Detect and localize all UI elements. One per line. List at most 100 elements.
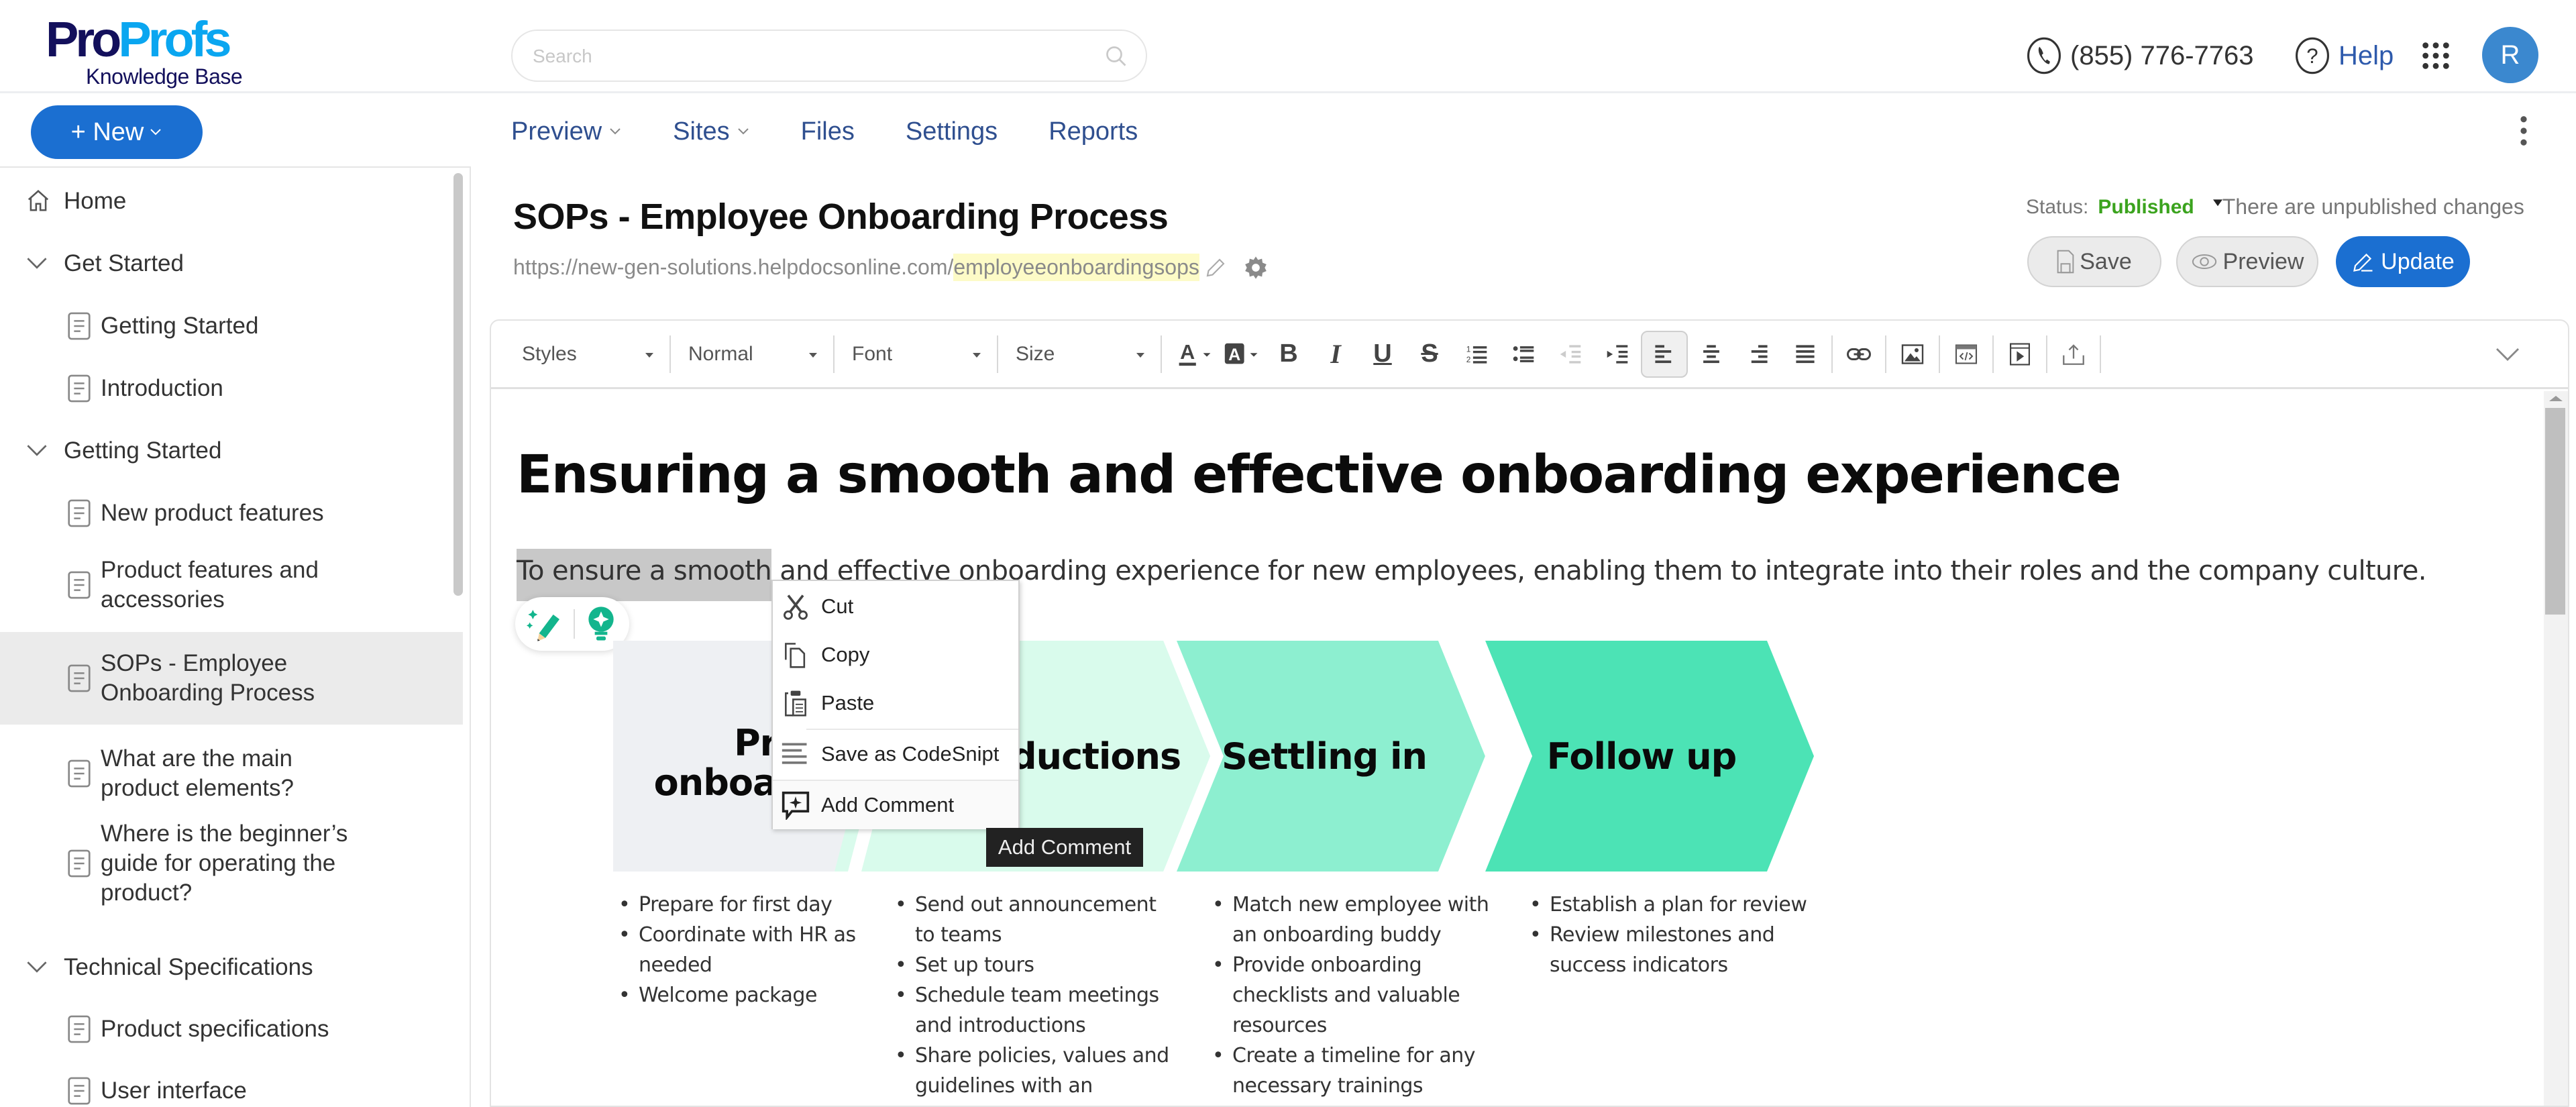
content-heading[interactable]: Ensuring a smooth and effective onboardi… <box>517 445 2122 505</box>
nav-reports[interactable]: Reports <box>1049 117 1138 146</box>
align-right-icon <box>1751 344 1768 363</box>
align-left-icon <box>1655 344 1672 363</box>
svg-text:2: 2 <box>1466 354 1471 364</box>
context-menu-cut[interactable]: Cut <box>773 582 1018 631</box>
strikethrough-button[interactable]: S <box>1406 331 1453 378</box>
background-color-button[interactable]: A <box>1218 331 1265 378</box>
chevron-down-icon[interactable] <box>25 443 48 458</box>
sidebar-item-home[interactable]: Home <box>0 181 463 221</box>
justify-button[interactable] <box>1782 331 1829 378</box>
apps-grid-button[interactable] <box>2420 32 2451 79</box>
unpublished-note: There are unpublished changes <box>2222 195 2524 219</box>
sidebar-item-new-product-features[interactable]: New product features <box>0 493 463 533</box>
help-icon: ? <box>2296 37 2329 74</box>
sidebar-item-product-specifications[interactable]: Product specifications <box>0 1009 463 1049</box>
upload-button[interactable] <box>2050 331 2097 378</box>
url-slug[interactable]: employeeonboardingsops <box>953 254 1199 281</box>
font-dropdown[interactable]: Font <box>835 335 998 373</box>
video-button[interactable] <box>1996 331 2043 378</box>
ai-ideas-bulb-icon[interactable] <box>584 605 618 643</box>
sidebar-item-getting-started[interactable]: Getting Started <box>0 306 463 346</box>
save-button[interactable]: Save <box>2027 236 2161 287</box>
format-dropdown[interactable]: Normal <box>671 335 835 373</box>
search-box[interactable] <box>511 30 1147 82</box>
context-menu-paste[interactable]: Paste <box>773 679 1018 727</box>
context-menu-save-as-codesnipt[interactable]: Save as CodeSnipt <box>773 730 1018 778</box>
bulleted-list-button[interactable] <box>1500 331 1547 378</box>
link-icon <box>1847 348 1871 360</box>
context-menu-copy[interactable]: Copy <box>773 631 1018 679</box>
chevron-down-icon[interactable] <box>25 256 48 270</box>
context-menu-add-comment[interactable]: Add Comment <box>773 781 1018 829</box>
search-icon[interactable] <box>1104 44 1128 68</box>
numbered-list-button[interactable]: 12 <box>1453 331 1500 378</box>
edit-url-icon[interactable] <box>1203 256 1228 280</box>
update-label: Update <box>2381 248 2455 274</box>
document-icon <box>68 759 91 788</box>
scroll-up-arrow-icon[interactable] <box>2549 396 2563 401</box>
nav-files-label: Files <box>800 117 855 146</box>
toolbar-separator <box>1831 335 1833 373</box>
decrease-indent-button[interactable] <box>1547 331 1594 378</box>
document-icon <box>68 312 91 340</box>
align-justify-icon <box>1796 344 1815 363</box>
sidebar-item-introduction[interactable]: Introduction <box>0 368 463 409</box>
new-button[interactable]: + New <box>31 105 203 159</box>
document-icon <box>68 571 91 599</box>
nav-settings-label: Settings <box>905 117 998 146</box>
align-center-button[interactable] <box>1688 331 1735 378</box>
article-title[interactable]: SOPs - Employee Onboarding Process <box>513 196 1169 238</box>
bold-button[interactable]: B <box>1265 331 1312 378</box>
image-button[interactable] <box>1889 331 1936 378</box>
new-button-label: + New <box>70 117 144 146</box>
pencil-icon <box>2353 253 2373 272</box>
sidebar-category-getting-started[interactable]: Getting Started <box>0 431 463 471</box>
preview-button[interactable]: Preview <box>2176 236 2318 287</box>
video-icon <box>2010 342 2030 366</box>
phone-icon <box>2027 37 2061 74</box>
chevron-down-icon[interactable] <box>25 959 48 974</box>
stage-title-follow-up: Follow up <box>1546 735 1737 778</box>
underline-button[interactable]: U <box>1359 331 1406 378</box>
sidebar-category-technical-specifications[interactable]: Technical Specifications <box>0 947 463 988</box>
embed-code-button[interactable] <box>1943 331 1990 378</box>
outdent-icon <box>1560 344 1581 364</box>
align-left-button[interactable] <box>1641 330 1688 378</box>
sidebar-item-beginners-guide[interactable]: Where is the beginner’s guide for operat… <box>0 815 463 912</box>
nav-files[interactable]: Files <box>801 117 855 146</box>
sidebar-item-user-interface[interactable]: User interface <box>0 1071 463 1107</box>
unpublished-changes-toggle[interactable]: There are unpublished changes <box>2212 195 2524 219</box>
gear-icon[interactable] <box>1242 254 1269 281</box>
editor-scrollbar-thumb[interactable] <box>2545 408 2565 615</box>
help-link[interactable]: ? Help <box>2294 32 2394 79</box>
nav-preview-label: Preview <box>511 117 602 146</box>
ai-rewrite-pencil-icon[interactable] <box>527 605 564 643</box>
align-right-button[interactable] <box>1735 331 1782 378</box>
more-options-icon[interactable] <box>2518 115 2529 146</box>
sidebar-item-product-features[interactable]: Product features and accessories <box>0 551 463 619</box>
nav-preview[interactable]: Preview <box>511 117 622 146</box>
selected-text[interactable]: To ensure a smooth <box>517 549 772 601</box>
styles-dropdown[interactable]: Styles <box>491 335 671 373</box>
increase-indent-button[interactable] <box>1594 331 1641 378</box>
phone-contact[interactable]: (855) 776-7763 <box>2026 32 2254 79</box>
sidebar-item-main-product-elements[interactable]: What are the main product elements? <box>0 740 463 807</box>
sidebar-category-get-started[interactable]: Get Started <box>0 244 463 284</box>
nav-sites[interactable]: Sites <box>673 117 749 146</box>
size-dropdown[interactable]: Size <box>998 335 1162 373</box>
chevron-down-icon[interactable] <box>2494 341 2521 368</box>
caret-down-icon <box>2212 199 2222 207</box>
search-input[interactable] <box>533 43 1083 70</box>
sidebar-item-sops-employee-onboarding[interactable]: SOPs - Employee Onboarding Process <box>0 632 463 725</box>
nav-settings[interactable]: Settings <box>906 117 998 146</box>
user-avatar[interactable]: R <box>2482 27 2538 83</box>
toolbar-separator <box>1885 335 1886 373</box>
chevron-down-icon <box>737 128 749 135</box>
text-color-button[interactable]: A <box>1171 331 1218 378</box>
proprofs-logo[interactable]: ProProfs <box>46 15 232 64</box>
italic-button[interactable]: I <box>1312 331 1359 378</box>
link-button[interactable] <box>1835 331 1882 378</box>
ai-bar-divider <box>574 609 575 639</box>
bullet-item: Create a timeline for any necessary trai… <box>1212 1041 1501 1101</box>
update-button[interactable]: Update <box>2336 236 2470 287</box>
